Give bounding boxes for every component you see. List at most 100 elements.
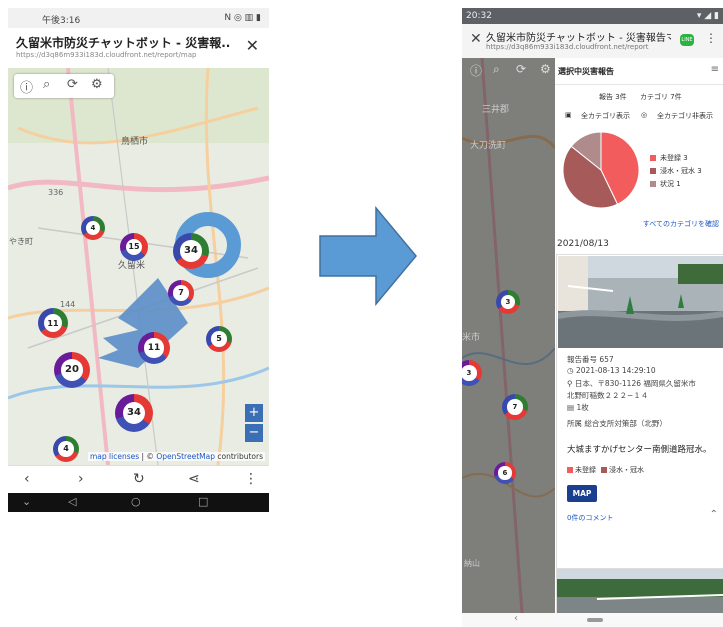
page-title: 久留米市防災チャットボット - 災害報... <box>16 36 231 50</box>
right-phone-screenshot: 20:32 ▾ ◢ ▮ ✕ 久留米市防災チャットボット - 災害報告マ... h… <box>462 8 723 627</box>
chevron-up-icon[interactable]: ⌃ <box>710 509 718 520</box>
map-toolbar: ⓘ ⌕ ⟳ ⚙ <box>462 62 554 82</box>
share-icon[interactable]: ⋖ <box>188 471 200 487</box>
browser-url-bar: 久留米市防災チャットボット - 災害報... https://d3q86m933… <box>8 28 269 69</box>
map-label: 大刀洗町 <box>470 141 507 151</box>
home-pill-icon[interactable] <box>587 618 603 622</box>
status-icons: N ◎ ▥ ▮ <box>224 13 261 23</box>
map-cluster[interactable]: 4 <box>53 436 79 462</box>
category-pie-chart <box>562 131 640 209</box>
map-label: 336 <box>48 188 64 197</box>
recents-icon[interactable]: □ <box>198 495 208 508</box>
map-button[interactable]: MAP <box>567 485 597 502</box>
more-icon[interactable]: ⋮ <box>244 471 258 487</box>
map-cluster[interactable]: 15 <box>120 233 148 261</box>
close-icon[interactable]: ✕ <box>470 31 482 47</box>
report-photo[interactable] <box>558 256 723 348</box>
menu-icon[interactable]: ≡ <box>711 64 719 75</box>
hide-all-categories[interactable]: 全カテゴリ非表示 <box>657 111 713 121</box>
refresh-icon[interactable]: ⟳ <box>67 77 78 92</box>
map-view[interactable]: 鳥栖市 336 やき町 144 久留米 ⓘ ⌕ ⟳ ⚙ 4 15 34 7 11… <box>8 68 269 465</box>
map-cluster[interactable]: 5 <box>206 326 232 352</box>
browser-url-bar: ✕ 久留米市防災チャットボット - 災害報告マ... https://d3q86… <box>462 24 723 59</box>
reload-icon[interactable]: ↻ <box>133 471 145 487</box>
map-cluster[interactable]: 7 <box>502 394 528 420</box>
map-cluster[interactable]: 11 <box>138 332 170 364</box>
zoom-out-button[interactable]: − <box>245 424 263 442</box>
map-label: 三井郡 <box>482 105 510 115</box>
legend-item: 状況 1 <box>650 179 681 189</box>
page-title: 久留米市防災チャットボット - 災害報告マ... <box>486 33 671 44</box>
map-attribution: map licenses | © OpenStreetMap contribut… <box>88 452 265 461</box>
report-photo[interactable] <box>556 568 723 613</box>
gear-icon[interactable]: ⚙ <box>540 62 551 76</box>
more-icon[interactable]: ⋮ <box>705 31 717 45</box>
report-count: 報告 3件 <box>599 93 627 101</box>
system-nav-bar: ‹ <box>462 613 723 627</box>
eye-off-icon[interactable]: ◎ <box>641 111 647 119</box>
map-cluster[interactable]: 4 <box>81 216 105 240</box>
search-icon[interactable]: ⌕ <box>493 62 500 77</box>
location-pin-icon: ⚲ <box>567 379 575 388</box>
map-view[interactable]: ⓘ ⌕ ⟳ ⚙ 三井郡 大刀洗町 米市 納山 3 3 7 6 <box>462 58 555 613</box>
map-licenses-link[interactable]: map licenses <box>90 452 139 461</box>
map-label: 144 <box>60 300 76 309</box>
back-icon[interactable]: ‹ <box>514 613 518 624</box>
line-app-icon[interactable]: LINE <box>680 34 694 46</box>
legend-item: 浸水・冠水 3 <box>650 166 702 176</box>
forward-icon[interactable]: › <box>78 471 84 487</box>
refresh-icon[interactable]: ⟳ <box>516 62 526 76</box>
info-icon[interactable]: ⓘ <box>20 77 33 96</box>
status-icons: ▾ ◢ ▮ <box>696 11 719 21</box>
show-all-categories[interactable]: 全カテゴリ表示 <box>581 111 630 121</box>
left-phone-screenshot: 午後3:16 N ◎ ▥ ▮ 久留米市防災チャットボット - 災害報... ht… <box>8 8 269 512</box>
legend-swatch <box>650 181 656 187</box>
legend-item: 未登録 3 <box>650 153 688 163</box>
map-cluster[interactable]: 7 <box>168 280 194 306</box>
legend-swatch <box>650 155 656 161</box>
collapse-icon[interactable]: ⌄ <box>22 495 31 508</box>
gear-icon[interactable]: ⚙ <box>91 77 103 92</box>
panel-title: 選択中災害報告 <box>558 67 614 76</box>
report-date: 2021/08/13 <box>557 239 609 249</box>
map-cluster[interactable]: 11 <box>38 308 68 338</box>
report-department: 所属 総合支所対策部（北野） <box>567 419 667 428</box>
browser-nav-bar: ‹ › ↻ ⋖ ⋮ <box>8 465 269 494</box>
map-cluster[interactable]: 6 <box>494 462 516 484</box>
report-datetime: ◷ 2021-08-13 14:29:10 <box>567 366 656 375</box>
zoom-in-button[interactable]: + <box>245 404 263 422</box>
map-label: やき町 <box>9 237 33 246</box>
report-address: ⚲ 日本、〒830-1126 福岡県久留米市 <box>567 379 696 388</box>
comments-link[interactable]: 0件のコメント <box>567 513 613 523</box>
system-nav-bar: ⌄ ◁ ○ □ <box>8 493 269 512</box>
map-cluster-selected[interactable]: 34 <box>173 233 209 269</box>
map-cluster[interactable]: 34 <box>115 394 153 432</box>
category-tag: 未登録 <box>567 465 596 475</box>
checkbox-icon[interactable]: ▣ <box>565 111 572 119</box>
map-cluster[interactable]: 20 <box>54 352 90 388</box>
legend-swatch <box>650 168 656 174</box>
status-time: 午後3:16 <box>42 16 81 26</box>
photo-count: ▤ 1枚 <box>567 403 589 412</box>
home-icon[interactable]: ○ <box>131 495 141 508</box>
map-toolbar: ⓘ ⌕ ⟳ ⚙ <box>14 74 114 98</box>
all-categories-link[interactable]: すべてのカテゴリを確認 <box>643 219 719 229</box>
panel-header: 選択中災害報告 ≡ <box>555 58 723 85</box>
map-label: 鳥栖市 <box>121 137 149 147</box>
report-address-line2: 北野町稲数２２２−１４ <box>567 391 649 400</box>
report-description: 大城ますかげセンター南側道路冠水。 <box>567 445 712 455</box>
status-bar: 20:32 ▾ ◢ ▮ <box>462 8 723 24</box>
search-icon[interactable]: ⌕ <box>43 77 50 92</box>
back-icon[interactable]: ‹ <box>24 471 30 487</box>
category-tag: 浸水・冠水 <box>601 465 644 475</box>
map-label: 納山 <box>464 559 480 568</box>
status-time: 20:32 <box>466 11 492 21</box>
page-url[interactable]: https://d3q86m933i183d.cloudfront.net/re… <box>486 43 649 51</box>
osm-link[interactable]: OpenStreetMap <box>156 452 215 461</box>
map-cluster[interactable]: 3 <box>496 290 520 314</box>
map-label: 米市 <box>462 333 481 343</box>
close-icon[interactable]: ✕ <box>246 36 259 55</box>
info-icon[interactable]: ⓘ <box>470 62 482 79</box>
page-url[interactable]: https://d3q86m933i183d.cloudfront.net/re… <box>16 51 196 59</box>
back-triangle-icon[interactable]: ◁ <box>68 495 76 508</box>
